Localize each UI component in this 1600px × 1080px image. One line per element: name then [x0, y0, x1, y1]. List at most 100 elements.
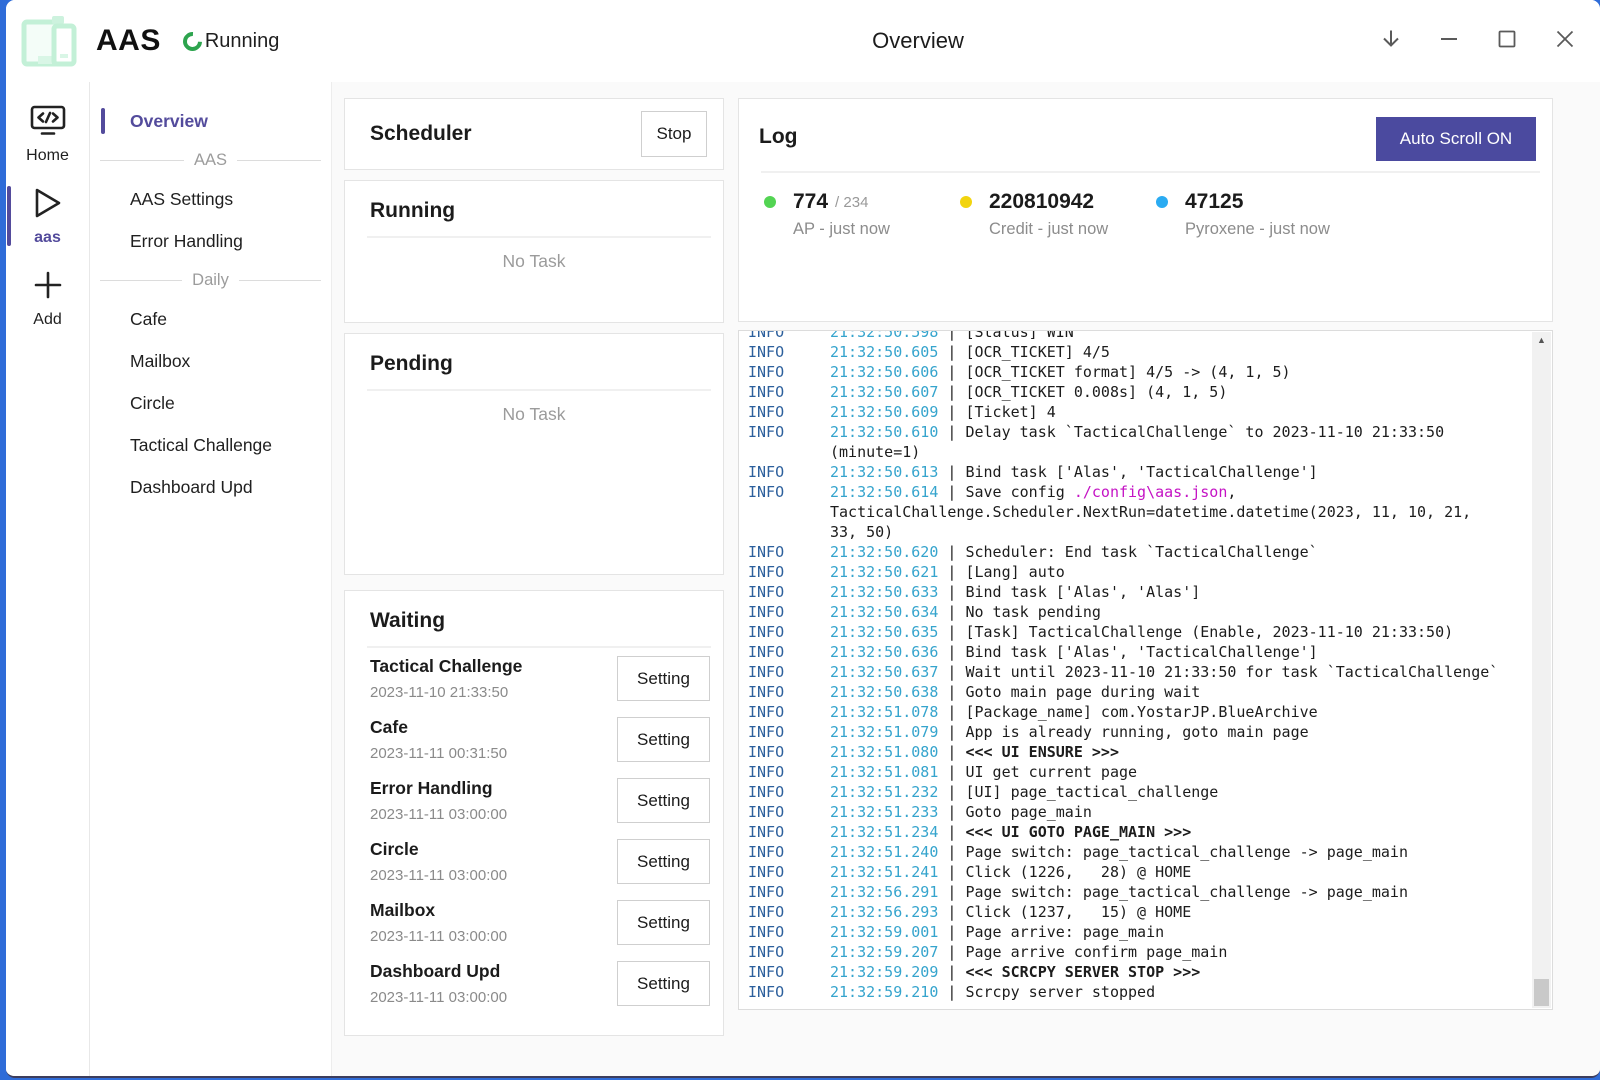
log-output[interactable]: INFO21:32:50.598 | [Status] WININFO21:32… [738, 330, 1553, 1010]
log-message: 21:32:51.078 | [Package_name] com.Yostar… [830, 702, 1526, 722]
log-level: INFO [748, 342, 830, 362]
log-level: INFO [748, 422, 830, 462]
minimize-icon [1438, 28, 1460, 55]
scroll-up-arrow-icon[interactable]: ▲ [1532, 335, 1551, 345]
task-name: Mailbox [370, 900, 617, 921]
setting-button[interactable]: Setting [617, 717, 710, 762]
log-line: INFO21:32:51.240 | Page switch: page_tac… [748, 842, 1526, 862]
waiting-task-row: Cafe2023-11-11 00:31:50Setting [345, 709, 723, 770]
log-message: 21:32:50.607 | [OCR_TICKET 0.008s] (4, 1… [830, 382, 1526, 402]
log-message: 21:32:50.633 | Bind task ['Alas', 'Alas'… [830, 582, 1526, 602]
sidebar-item-label: AAS Settings [130, 189, 233, 210]
sidebar-item-dashboard-upd[interactable]: Dashboard Upd [90, 466, 331, 508]
stat-value: 220810942 [989, 190, 1094, 214]
sidebar-item-label: Error Handling [130, 231, 243, 252]
log-line: INFO21:32:51.233 | Goto page_main [748, 802, 1526, 822]
rail-item-add[interactable]: Add [6, 260, 89, 336]
log-message: 21:32:51.081 | UI get current page [830, 762, 1526, 782]
log-level: INFO [748, 330, 830, 342]
setting-button[interactable]: Setting [617, 961, 710, 1006]
log-message: 21:32:50.636 | Bind task ['Alas', 'Tacti… [830, 642, 1526, 662]
log-line: INFO21:32:51.079 | App is already runnin… [748, 722, 1526, 742]
log-level: INFO [748, 822, 830, 842]
log-line: INFO21:32:50.634 | No task pending [748, 602, 1526, 622]
log-message: 21:32:59.209 | <<< SCRCPY SERVER STOP >>… [830, 962, 1526, 982]
setting-button[interactable]: Setting [617, 778, 710, 823]
log-message: 21:32:56.293 | Click (1237, 15) @ HOME [830, 902, 1526, 922]
log-timestamp: 21:32:50.607 [830, 383, 938, 401]
log-message: 21:32:50.610 | Delay task `TacticalChall… [830, 422, 1526, 462]
log-line: INFO21:32:51.081 | UI get current page [748, 762, 1526, 782]
log-message: 21:32:50.634 | No task pending [830, 602, 1526, 622]
sidebar-item-label: Cafe [130, 309, 167, 330]
log-line: INFO21:32:51.080 | <<< UI ENSURE >>> [748, 742, 1526, 762]
task-next-run: 2023-11-10 21:33:50 [370, 684, 617, 701]
setting-button[interactable]: Setting [617, 839, 710, 884]
log-timestamp: 21:32:51.078 [830, 703, 938, 721]
log-line: INFO21:32:59.001 | Page arrive: page_mai… [748, 922, 1526, 942]
log-message: 21:32:50.598 | [Status] WIN [830, 330, 1526, 342]
task-info: Dashboard Upd2023-11-11 03:00:00 [370, 961, 617, 1006]
log-line: INFO21:32:56.293 | Click (1237, 15) @ HO… [748, 902, 1526, 922]
download-arrow-button[interactable] [1380, 30, 1402, 52]
sidebar-item-mailbox[interactable]: Mailbox [90, 340, 331, 382]
sidebar-item-aas-settings[interactable]: AAS Settings [90, 178, 331, 220]
log-level: INFO [748, 462, 830, 482]
log-line: INFO21:32:51.234 | <<< UI GOTO PAGE_MAIN… [748, 822, 1526, 842]
stat-value: 47125 [1185, 190, 1243, 214]
app-logo-icon [16, 10, 82, 72]
window-controls [1380, 30, 1600, 52]
waiting-task-row: Mailbox2023-11-11 03:00:00Setting [345, 892, 723, 953]
stat-label: Credit - just now [989, 220, 1156, 239]
log-line: INFO21:32:50.606 | [OCR_TICKET format] 4… [748, 362, 1526, 382]
sidebar-item-label: Dashboard Upd [130, 477, 253, 498]
log-level: INFO [748, 682, 830, 702]
log-timestamp: 21:32:51.079 [830, 723, 938, 741]
stop-button[interactable]: Stop [641, 111, 707, 157]
rail-item-aas[interactable]: aas [6, 178, 89, 254]
log-level: INFO [748, 942, 830, 962]
log-message: 21:32:51.233 | Goto page_main [830, 802, 1526, 822]
waiting-task-row: Error Handling2023-11-11 03:00:00Setting [345, 770, 723, 831]
rail-item-home[interactable]: Home [6, 96, 89, 172]
titlebar: AAS Running Overview [6, 0, 1600, 82]
log-timestamp: 21:32:50.610 [830, 423, 938, 441]
sidebar-item-tactical-challenge[interactable]: Tactical Challenge [90, 424, 331, 466]
close-icon [1554, 28, 1576, 55]
maximize-button[interactable] [1496, 30, 1518, 52]
task-name: Circle [370, 839, 617, 860]
rail-item-label: Add [33, 311, 61, 329]
code-monitor-icon [30, 105, 66, 142]
close-button[interactable] [1554, 30, 1576, 52]
log-level: INFO [748, 382, 830, 402]
log-timestamp: 21:32:56.293 [830, 903, 938, 921]
waiting-task-row: Tactical Challenge2023-11-10 21:33:50Set… [345, 648, 723, 709]
running-spinner-icon [179, 28, 206, 55]
log-scrollbar[interactable]: ▲ [1532, 332, 1551, 1008]
log-level: INFO [748, 742, 830, 762]
sidebar-item-overview[interactable]: Overview [90, 100, 331, 142]
log-timestamp: 21:32:51.232 [830, 783, 938, 801]
log-timestamp: 21:32:51.241 [830, 863, 938, 881]
sidebar-item-cafe[interactable]: Cafe [90, 298, 331, 340]
log-message: 21:32:59.210 | Scrcpy server stopped [830, 982, 1526, 1002]
log-timestamp: 21:32:50.634 [830, 603, 938, 621]
sidebar-item-error-handling[interactable]: Error Handling [90, 220, 331, 262]
sidebar-item-circle[interactable]: Circle [90, 382, 331, 424]
log-line: INFO21:32:50.613 | Bind task ['Alas', 'T… [748, 462, 1526, 482]
divider [367, 236, 711, 238]
log-level: INFO [748, 962, 830, 982]
log-line: INFO21:32:50.638 | Goto main page during… [748, 682, 1526, 702]
setting-button[interactable]: Setting [617, 656, 710, 701]
auto-scroll-button[interactable]: Auto Scroll ON [1376, 117, 1536, 161]
log-line: INFO21:32:50.609 | [Ticket] 4 [748, 402, 1526, 422]
log-timestamp: 21:32:50.613 [830, 463, 938, 481]
group-label: Daily [192, 271, 229, 290]
minimize-button[interactable] [1438, 30, 1460, 52]
sidebar-item-label: Circle [130, 393, 175, 414]
scrollbar-thumb[interactable] [1534, 979, 1549, 1006]
download-arrow-icon [1379, 27, 1403, 56]
stat-label: AP - just now [793, 220, 960, 239]
log-column: Log Auto Scroll ON 774/ 234AP - just now… [738, 98, 1553, 1036]
setting-button[interactable]: Setting [617, 900, 710, 945]
